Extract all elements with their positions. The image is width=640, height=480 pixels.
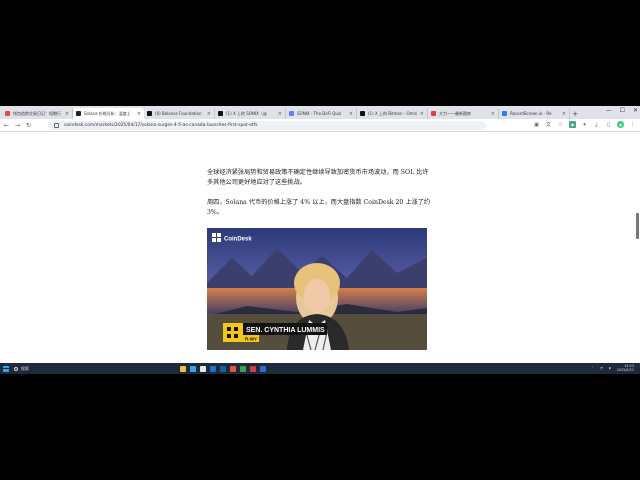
- translate-icon[interactable]: 文: [545, 121, 552, 128]
- minimize-button[interactable]: —: [606, 107, 612, 114]
- download-icon[interactable]: ⤓: [593, 121, 600, 128]
- url-text: coindesk.com/markets/2025/04/17/solana-s…: [64, 123, 258, 128]
- tab-favicon-icon: [147, 111, 152, 116]
- tab-close-icon[interactable]: ×: [65, 111, 69, 117]
- tabs-container: 钱包追踪交易日记：短期行 × Solana 价格分析：温度上 × (8) Balance…: [2, 108, 570, 119]
- tab-label: SONIX - The DeFi Quiz: [297, 111, 342, 116]
- toolbar-icons: ▣ 文 ☆ ◆ ✦ ⤓ ▯ ◉ ⋮: [533, 121, 636, 128]
- maximize-button[interactable]: ☐: [620, 107, 625, 114]
- tab-label: Solana 价格分析：温度上: [84, 110, 131, 116]
- browser-tab[interactable]: (8) Balance Foundation ×: [144, 108, 215, 119]
- menu-icon[interactable]: ⋮: [629, 121, 636, 128]
- tab-close-icon[interactable]: ×: [137, 111, 141, 117]
- tab-close-icon[interactable]: ×: [562, 111, 566, 117]
- profile-avatar[interactable]: ◉: [617, 121, 624, 128]
- tab-favicon-icon: [289, 111, 294, 116]
- tab-label: 钱包追踪交易日记：短期行: [13, 110, 61, 116]
- back-icon[interactable]: ←: [2, 121, 11, 130]
- tab-label: (1) X 上的 Bitmon - Omni: [368, 110, 418, 116]
- clock-date: 2025/4/21: [616, 368, 634, 372]
- taskbar-search[interactable]: 搜索: [14, 366, 144, 372]
- extension-icon[interactable]: ◆: [569, 121, 576, 128]
- taskbar-app-icon[interactable]: [190, 365, 196, 372]
- tab-close-icon[interactable]: ×: [420, 111, 424, 117]
- taskbar-app-icon[interactable]: [250, 365, 256, 372]
- tab-close-icon[interactable]: ×: [278, 111, 282, 117]
- taskbar-app-icon[interactable]: [220, 365, 226, 372]
- browser-tab[interactable]: (1) X 上的 SONIX（@ ×: [215, 108, 286, 119]
- volume-icon[interactable]: ◖: [609, 366, 611, 370]
- tab-close-icon[interactable]: ×: [349, 111, 353, 117]
- taskbar-app-icon[interactable]: [180, 365, 186, 372]
- browser-toolbar: ← → ↻ coindesk.com/markets/2025/04/17/so…: [0, 119, 640, 132]
- lower-third-sub: R-WY: [245, 337, 257, 342]
- browser-tab[interactable]: Solana 价格分析：温度上 ×: [73, 108, 144, 119]
- sidebar-icon[interactable]: ▯: [605, 121, 612, 128]
- address-bar[interactable]: coindesk.com/markets/2025/04/17/solana-s…: [48, 121, 486, 130]
- article-video[interactable]: CoinDesk SEN. CYNTHIA LUMMIS R-WY: [207, 228, 427, 350]
- video-frame: CoinDesk SEN. CYNTHIA LUMMIS R-WY: [207, 228, 427, 350]
- taskbar-app-icon[interactable]: [230, 365, 236, 372]
- tab-label: RecordScreen.io - Re: [510, 111, 552, 116]
- reload-icon[interactable]: ↻: [24, 121, 33, 130]
- video-brand: CoinDesk: [224, 237, 252, 243]
- screenshot-icon[interactable]: ▣: [533, 121, 540, 128]
- browser-tab[interactable]: SONIX - The DeFi Quiz ×: [286, 108, 357, 119]
- browser-tab[interactable]: RecordScreen.io - Re ×: [499, 108, 570, 119]
- page-content: 全球经济紧张局势和贸易政策不确定性继续导致加密货币市场波动，而 SOL 比许多其…: [0, 133, 640, 363]
- tray-chevron-icon[interactable]: ⌃: [591, 366, 594, 370]
- close-window-button[interactable]: ✕: [633, 107, 638, 114]
- tab-favicon-icon: [431, 111, 436, 116]
- article-paragraph: 全球经济紧张局势和贸易政策不确定性继续导致加密货币市场波动，而 SOL 比许多其…: [207, 169, 429, 186]
- system-tray: ⌃ ◔ ◖ 14:23 2025/4/21: [591, 364, 634, 372]
- taskbar-app-icon[interactable]: [210, 365, 216, 372]
- forward-icon[interactable]: →: [13, 121, 22, 130]
- browser-tab[interactable]: 大力——最新图库 ×: [428, 108, 499, 119]
- lower-third-name: SEN. CYNTHIA LUMMIS: [246, 327, 325, 334]
- tab-favicon-icon: [5, 111, 10, 116]
- taskbar-app-icon[interactable]: [240, 365, 246, 372]
- tab-label: (8) Balance Foundation: [155, 111, 202, 116]
- tab-close-icon[interactable]: ×: [491, 111, 495, 117]
- taskbar-app-icon[interactable]: [200, 365, 206, 372]
- new-tab-button[interactable]: +: [570, 108, 580, 119]
- tab-favicon-icon: [218, 111, 223, 116]
- page-scrollbar[interactable]: [636, 213, 639, 239]
- extensions-puzzle-icon[interactable]: ✦: [581, 121, 588, 128]
- site-info-icon[interactable]: [54, 123, 59, 128]
- tab-label: 大力——最新图库: [439, 110, 471, 116]
- clock[interactable]: 14:23 2025/4/21: [617, 364, 634, 372]
- taskbar-app-icon[interactable]: [260, 365, 266, 372]
- tab-favicon-icon: [76, 111, 81, 116]
- browser-tab[interactable]: 钱包追踪交易日记：短期行 ×: [2, 108, 73, 119]
- article-paragraph: 周四，Solana 代币的价格上涨了 4% 以上，而大盘指数 CoinDesk …: [207, 199, 431, 216]
- tab-favicon-icon: [502, 111, 507, 116]
- tab-strip: 钱包追踪交易日记：短期行 × Solana 价格分析：温度上 × (8) Balance…: [0, 106, 640, 119]
- window-controls: — ☐ ✕: [606, 107, 638, 114]
- tab-label: (1) X 上的 SONIX（@: [226, 110, 267, 116]
- search-icon: [14, 366, 18, 371]
- browser-tab[interactable]: (1) X 上的 Bitmon - Omni ×: [357, 108, 428, 119]
- screen: 钱包追踪交易日记：短期行 × Solana 价格分析：温度上 × (8) Balance…: [0, 106, 640, 374]
- taskbar: 搜索 ⌃ ◔ ◖ 14:23 2025/4/21: [0, 363, 640, 374]
- tab-favicon-icon: [360, 111, 365, 116]
- tab-close-icon[interactable]: ×: [207, 111, 211, 117]
- taskbar-search-label: 搜索: [21, 365, 29, 371]
- bookmark-star-icon[interactable]: ☆: [557, 121, 564, 128]
- start-button[interactable]: [3, 365, 9, 372]
- taskbar-apps: [180, 365, 266, 372]
- network-icon[interactable]: ◔: [600, 366, 603, 370]
